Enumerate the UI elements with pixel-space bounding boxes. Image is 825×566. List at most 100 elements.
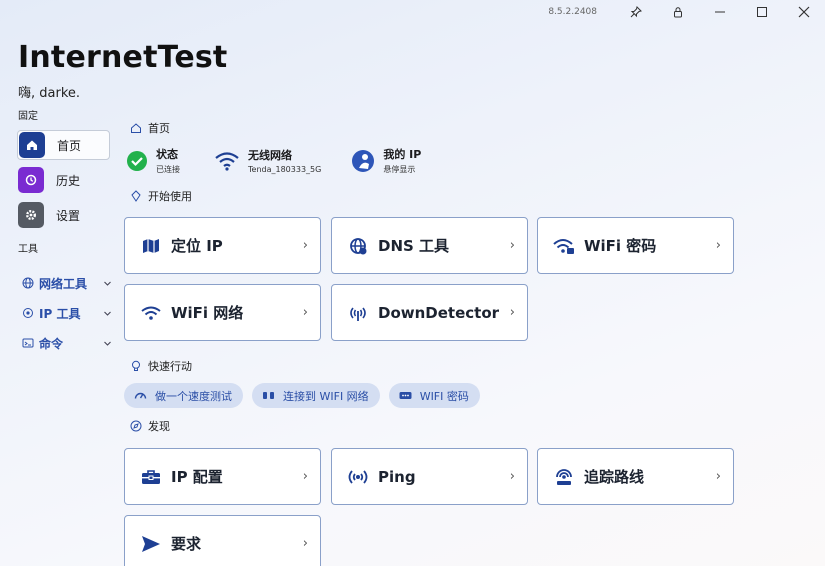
card-label: WiFi 网络 [171, 304, 244, 322]
greeting-text: 嗨, darke. [18, 86, 81, 101]
chevron-right-icon: › [715, 238, 721, 253]
rocket-icon [131, 190, 141, 202]
discover-header: 发现 [130, 418, 170, 434]
card-label: WiFi 密码 [584, 237, 657, 255]
my-ip-title: 我的 IP [383, 148, 422, 161]
lock-icon [674, 7, 682, 18]
card-label: DownDetector [378, 303, 500, 322]
wifi-icon [215, 151, 239, 171]
password-icon [399, 392, 412, 399]
wifi-status: 无线网络 Tenda_180333_5G [214, 146, 321, 175]
sidebar-item-home[interactable]: 首页 [17, 130, 110, 160]
pinned-section-label: 固定 [18, 111, 38, 122]
pin-button[interactable] [615, 0, 657, 24]
chevron-right-icon: › [509, 305, 515, 320]
quick-actions-bar: 做一个速度测试 连接到 WIFI 网络 WIFI 密码 [124, 383, 489, 408]
card-label: 定位 IP [171, 237, 223, 255]
sidebar-item-label: IP 工具 [39, 306, 81, 321]
chevron-right-icon: › [715, 469, 721, 484]
chevron-right-icon: › [509, 469, 515, 484]
chevron-down-icon [104, 311, 111, 316]
ping-icon [346, 469, 370, 485]
chevron-right-icon: › [302, 536, 308, 551]
card-label: IP 配置 [171, 468, 223, 486]
card-ip-config[interactable]: IP 配置 › [124, 448, 321, 505]
version-label: 8.5.2.2408 [548, 7, 597, 17]
card-label: DNS 工具 [378, 237, 450, 255]
maximize-icon [757, 7, 767, 17]
plug-icon [263, 392, 274, 399]
toolbox-icon [139, 469, 163, 485]
home-icon [19, 132, 45, 158]
sidebar-item-commands[interactable]: 命令 [22, 328, 112, 358]
trace-icon [552, 467, 576, 487]
wifi-ssid: Tenda_180333_5G [248, 165, 322, 174]
pin-icon [630, 6, 642, 18]
card-downdetector[interactable]: DownDetector › [331, 284, 528, 341]
card-ping[interactable]: Ping › [331, 448, 528, 505]
card-dns-tools[interactable]: DNS 工具 › [331, 217, 528, 274]
wifi-lock-icon [552, 237, 576, 255]
close-button[interactable] [783, 0, 825, 24]
wifi-password-chip[interactable]: WIFI 密码 [388, 383, 480, 408]
my-ip-value: 悬停显示 [383, 165, 416, 174]
location-icon [23, 308, 33, 318]
chip-label: 做一个速度测试 [155, 389, 232, 403]
card-locate-ip[interactable]: 定位 IP › [124, 217, 321, 274]
wifi-title: 无线网络 [248, 149, 292, 162]
card-wifi-password[interactable]: WiFi 密码 › [537, 217, 734, 274]
home-section-header: 首页 [130, 120, 170, 136]
app-title: InternetTest [18, 40, 228, 75]
card-trace-route[interactable]: 追踪路线 › [537, 448, 734, 505]
card-wifi-networks[interactable]: WiFi 网络 › [124, 284, 321, 341]
close-icon [798, 6, 810, 18]
wifi-icon [139, 305, 163, 321]
maximize-button[interactable] [741, 0, 783, 24]
card-label: 要求 [171, 535, 202, 553]
quick-actions-header: 快速行动 [130, 358, 192, 374]
get-started-header: 开始使用 [130, 188, 192, 204]
chevron-right-icon: › [509, 238, 515, 253]
gear-icon [18, 202, 44, 228]
section-title: 首页 [148, 122, 170, 135]
status-title: 状态 [156, 148, 178, 161]
compass-icon [130, 420, 142, 432]
sidebar-item-history[interactable]: 历史 [17, 165, 110, 195]
signal-icon [346, 304, 370, 322]
chevron-right-icon: › [302, 469, 308, 484]
card-request[interactable]: 要求 › [124, 515, 321, 566]
chevron-down-icon [104, 341, 111, 346]
speed-icon [134, 392, 147, 399]
map-icon [139, 238, 163, 254]
chevron-right-icon: › [302, 305, 308, 320]
section-title: 快速行动 [148, 360, 192, 373]
lightbulb-icon [132, 360, 140, 371]
chip-label: 连接到 WIFI 网络 [283, 389, 369, 403]
sidebar-item-label: 历史 [56, 173, 81, 188]
card-label: 追踪路线 [584, 468, 645, 486]
section-title: 开始使用 [148, 190, 192, 203]
my-ip-status[interactable]: 我的 IP 悬停显示 [351, 146, 421, 175]
dns-icon [346, 236, 370, 256]
sidebar-item-ip-tools[interactable]: IP 工具 [22, 298, 112, 328]
sidebar-item-label: 首页 [57, 138, 82, 153]
connect-wifi-chip[interactable]: 连接到 WIFI 网络 [252, 383, 380, 408]
status-value: 已连接 [156, 165, 180, 174]
sidebar-item-label: 设置 [56, 208, 81, 223]
section-title: 发现 [148, 420, 170, 433]
globe-person-icon [352, 149, 375, 172]
chevron-right-icon: › [302, 238, 308, 253]
chip-label: WIFI 密码 [419, 389, 469, 403]
card-label: Ping [378, 467, 416, 486]
sidebar-item-label: 网络工具 [39, 276, 88, 291]
sidebar-item-network-tools[interactable]: 网络工具 [22, 268, 112, 298]
minimize-button[interactable] [699, 0, 741, 24]
tools-section-label: 工具 [18, 244, 38, 255]
sidebar-item-settings[interactable]: 设置 [17, 200, 110, 230]
lock-button[interactable] [657, 0, 699, 24]
send-icon [139, 535, 163, 553]
sidebar: 固定 首页 历史 设置 工具 网络工具 IP 工具 命令 [0, 108, 115, 358]
speed-test-chip[interactable]: 做一个速度测试 [124, 383, 243, 408]
globe-icon [22, 277, 34, 289]
title-bar: 8.5.2.2408 [548, 0, 825, 24]
